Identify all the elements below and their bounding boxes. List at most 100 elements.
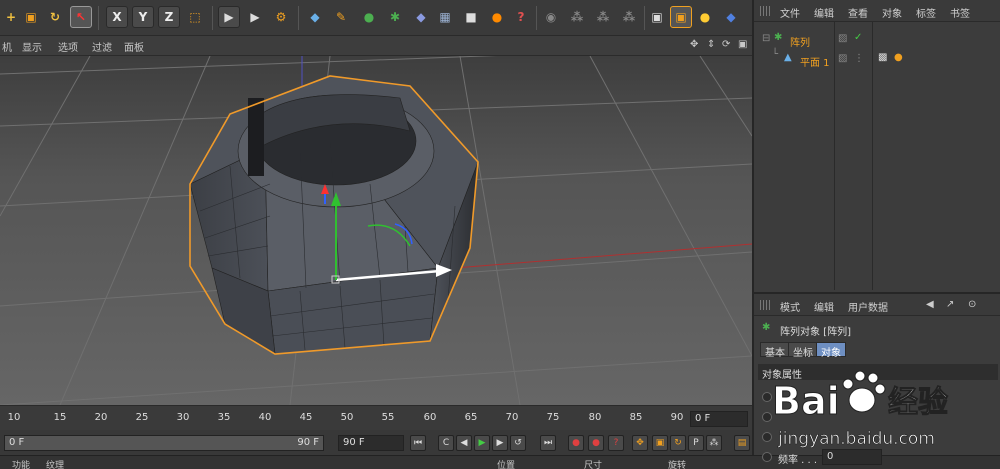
main-toolbar: + ▣ ↻ ↖ X Y Z ⬚ ▶ ▶ ⚙ ◆ ✎ ● ✱ ◆ ▦ ■ ● ? … [0,0,752,36]
nut-object[interactable] [189,75,479,355]
menu-user-data[interactable]: 用户数据 [848,299,888,314]
tab-coordinates[interactable]: 坐标 [788,342,818,359]
tab-basic[interactable]: 基本 [760,342,790,359]
menu-object[interactable]: 对象 [882,5,902,20]
max-frame-field[interactable]: 90 F [338,435,404,451]
visibility-toggle-icon[interactable]: ▨ [838,53,847,64]
move-tool-icon[interactable]: + [0,6,22,28]
camera-icon[interactable]: ■ [460,6,482,28]
subdivision-surface-icon[interactable]: ● [358,6,380,28]
y-axis-lock-button[interactable]: Y [132,6,154,28]
rotation-key-icon[interactable]: ↻ [670,435,686,451]
zoom-view-icon[interactable]: ⇕ [707,39,715,50]
up-arrow-icon[interactable]: ↗ [946,299,954,310]
light-icon[interactable]: ◉ [540,6,562,28]
menu-options[interactable]: 选项 [58,39,78,54]
tree-branch-icon: └ [772,49,779,60]
tab-texture[interactable]: 纹理 [46,458,64,469]
render-view-icon[interactable]: ▶ [218,6,240,28]
menu-bookmarks[interactable]: 书签 [950,5,970,20]
sky-icon[interactable]: ● [486,6,508,28]
menu-edit[interactable]: 编辑 [814,5,834,20]
deformer-icon[interactable]: ◆ [410,6,432,28]
phong-tag-icon[interactable]: ● [894,52,903,63]
parameter-key-icon[interactable]: P [688,435,704,451]
keyframe-selection-icon[interactable]: ? [608,435,624,451]
position-key-icon[interactable]: ✥ [632,435,648,451]
play-backward-icon[interactable]: ◀ [456,435,472,451]
pan-view-icon[interactable]: ✥ [690,39,698,50]
tab-functions[interactable]: 功能 [12,458,30,469]
pen-spline-icon[interactable]: ✎ [330,6,352,28]
visibility-toggle-icon[interactable]: ▨ [838,33,847,44]
scale-key-icon[interactable]: ▣ [652,435,668,451]
play-forward-icon[interactable]: ▶ [474,435,490,451]
interactive-render-icon[interactable]: ◆ [720,6,742,28]
viewport-solo-icon[interactable]: ▣ [670,6,692,28]
x-axis-lock-button[interactable]: X [106,6,128,28]
render-toggle-icon[interactable]: ⋮ [854,53,864,64]
symmetry-icon[interactable]: ⁂ [566,6,588,28]
workplane-icon[interactable]: ⁂ [618,6,640,28]
menu-camera[interactable]: 机 [2,39,12,54]
menu-edit[interactable]: 编辑 [814,299,834,314]
object-name[interactable]: 阵列 [790,34,810,49]
current-frame-field[interactable]: 0 F [690,411,748,427]
object-name[interactable]: 平面 1 [800,54,830,69]
menu-view[interactable]: 查看 [848,5,868,20]
viewport-scene [0,56,752,405]
grid-snap-icon[interactable]: ⁂ [592,6,614,28]
tick-label: 45 [299,412,313,423]
radio-option[interactable] [762,452,772,462]
tab-object[interactable]: 对象 [816,342,846,359]
step-forward-icon[interactable]: ▶ [492,435,508,451]
lock-icon[interactable]: ⊙ [968,299,976,310]
x-axis-label: X [112,10,122,24]
loop-icon[interactable]: ↺ [510,435,526,451]
timeline-icon[interactable]: ▤ [734,435,750,451]
step-back-icon[interactable]: C [438,435,454,451]
menu-mode[interactable]: 模式 [780,299,800,314]
range-end-label: 90 F [297,437,319,448]
tree-expand-icon[interactable]: ⊟ [762,33,770,44]
back-arrow-icon[interactable]: ◀ [926,299,934,310]
render-picture-viewer-icon[interactable]: ▶ [244,6,266,28]
object-row-plane[interactable]: └ ▲ 平面 1 ▨ ⋮ ▩ ● [754,49,1000,69]
pla-key-icon[interactable]: ⁂ [706,435,722,451]
go-to-start-icon[interactable]: ⏮ [410,435,426,451]
maximize-view-icon[interactable]: ▣ [738,39,747,50]
scale-tool-icon[interactable]: ▣ [20,6,42,28]
tab-size[interactable]: 尺寸 [584,458,602,469]
timeline-ruler[interactable]: 10 15 20 25 30 35 40 45 50 55 60 65 70 7… [0,405,752,430]
cube-icon[interactable]: ◆ [304,6,326,28]
xyz-icon[interactable]: ● [694,6,716,28]
object-row-cloner[interactable]: ⊟ ✱ 阵列 ▨ ✓ [754,32,1000,49]
floor-icon[interactable]: ▦ [434,6,456,28]
texture-tag-icon[interactable]: ▩ [878,52,887,63]
menu-file[interactable]: 文件 [780,5,800,20]
layout-icon[interactable]: ▣ [646,6,668,28]
rotate-tool-icon[interactable]: ↻ [44,6,66,28]
tab-rotation[interactable]: 旋转 [668,458,686,469]
3d-viewport[interactable] [0,56,752,405]
live-selection-icon[interactable]: ↖ [70,6,92,28]
frame-range-slider[interactable]: 0 F 90 F [4,435,324,451]
menu-filter[interactable]: 过滤 [92,39,112,54]
help-icon[interactable]: ? [510,6,532,28]
autokey-icon[interactable]: ● [588,435,604,451]
tab-position[interactable]: 位置 [497,458,515,469]
menu-panel[interactable]: 面板 [124,39,144,54]
grip-icon[interactable] [760,6,770,16]
cloner-icon[interactable]: ✱ [384,6,406,28]
z-axis-lock-button[interactable]: Z [158,6,180,28]
go-to-end-icon[interactable]: ⏭ [540,435,556,451]
record-icon[interactable]: ● [568,435,584,451]
enabled-check-icon[interactable]: ✓ [854,32,862,43]
rotate-view-icon[interactable]: ⟳ [722,39,730,50]
object-manager-menu: 文件 编辑 查看 对象 标签 书签 [754,0,1000,22]
menu-display[interactable]: 显示 [22,39,42,54]
render-settings-icon[interactable]: ⚙ [270,6,292,28]
menu-tags[interactable]: 标签 [916,5,936,20]
grip-icon[interactable] [760,300,770,310]
coordinate-system-icon[interactable]: ⬚ [184,6,206,28]
